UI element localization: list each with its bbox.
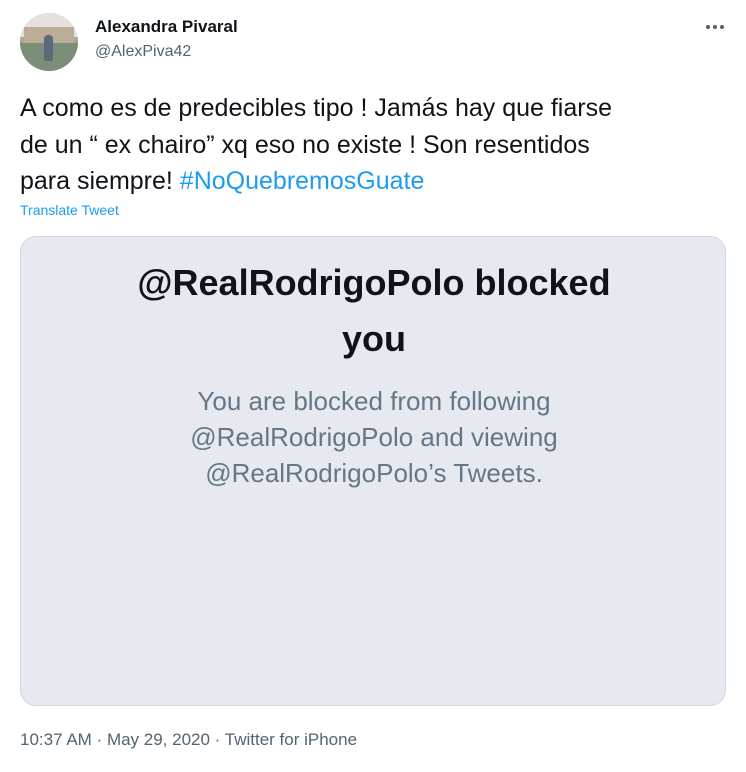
dot-icon <box>706 25 710 29</box>
avatar[interactable] <box>20 13 78 71</box>
tweet-source[interactable]: Twitter for iPhone <box>225 730 357 749</box>
meta-separator: · <box>91 730 107 749</box>
blocked-card-title-line: you <box>341 318 406 359</box>
tweet-text-prefix: para siempre! <box>20 167 180 195</box>
blocked-card-title: @RealRodrigoPolo blocked you <box>21 255 727 367</box>
tweet-text: A como es de predecibles tipo ! Jamás ha… <box>20 90 720 200</box>
blocked-card: @RealRodrigoPolo blocked you You are blo… <box>20 236 726 706</box>
tweet-text-line: A como es de predecibles tipo ! Jamás ha… <box>20 94 612 122</box>
blocked-card-title-line: @RealRodrigoPolo blocked <box>137 262 611 303</box>
author-handle[interactable]: @AlexPiva42 <box>95 43 191 61</box>
tweet-text-line: de un “ ex chairo” xq eso no existe ! So… <box>20 130 590 159</box>
blocked-card-message-line: @RealRodrigoPolo’s Tweets. <box>205 458 543 488</box>
blocked-card-message-line: @RealRodrigoPolo and viewing <box>190 422 558 452</box>
avatar-person <box>44 35 53 61</box>
tweet-meta: 10:37 AM · May 29, 2020 · Twitter for iP… <box>20 730 357 750</box>
translate-tweet-link[interactable]: Translate Tweet <box>20 202 119 218</box>
tweet-time[interactable]: 10:37 AM <box>20 730 92 749</box>
tweet-text-line: para siempre! #NoQuebremosGuate <box>20 163 720 200</box>
blocked-card-message: You are blocked from following @RealRodr… <box>21 383 727 491</box>
hashtag-link[interactable]: #NoQuebremosGuate <box>180 167 425 195</box>
tweet-date[interactable]: May 29, 2020 <box>107 730 210 749</box>
blocked-card-message-line: You are blocked from following <box>197 386 551 416</box>
dot-icon <box>720 25 724 29</box>
more-options-icon[interactable] <box>700 16 730 38</box>
meta-separator: · <box>209 730 225 749</box>
author-name[interactable]: Alexandra Pivaral <box>95 17 238 37</box>
dot-icon <box>713 25 717 29</box>
